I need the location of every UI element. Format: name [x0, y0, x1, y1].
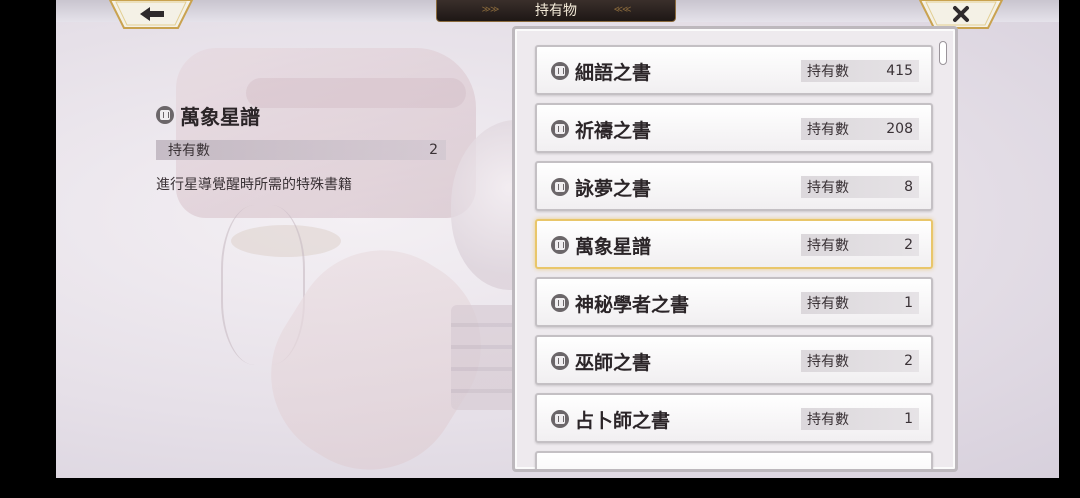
bottom-letterbox	[0, 478, 1080, 498]
item-name-group: 詠夢之書	[551, 173, 651, 201]
item-count-value: 415	[886, 63, 913, 79]
back-button[interactable]	[108, 0, 194, 30]
screen-title-text: 持有物	[535, 3, 577, 19]
item-detail-count-label: 持有數	[168, 143, 210, 159]
item-list-panel[interactable]: 細語之書 持有數 415 祈禱之書 持有數 208 詠夢之書 持有數 8 萬象星…	[512, 26, 958, 472]
item-count-value: 8	[904, 179, 913, 195]
list-item[interactable]: 占卜師之書 持有數 1	[535, 393, 933, 443]
list-item[interactable]: 詠夢之書 持有數 8	[535, 161, 933, 211]
item-count-badge: 持有數 1	[801, 408, 919, 430]
list-item[interactable]: 細語之書 持有數 415	[535, 45, 933, 95]
scroll-illustration	[237, 216, 515, 478]
item-count-badge: 持有數 2	[801, 234, 919, 256]
item-detail-title: 萬象星譜	[156, 100, 446, 130]
item-count-label: 持有數	[807, 122, 849, 138]
scroll-thumb[interactable]	[939, 41, 947, 65]
list-scrollbar[interactable]	[939, 41, 947, 461]
list-item[interactable]: 巫師之書 持有數 2	[535, 335, 933, 385]
book-icon	[551, 352, 569, 370]
item-name: 祈禱之書	[575, 119, 652, 142]
item-name: 巫師之書	[575, 351, 652, 374]
item-count-badge: 持有數 8	[801, 176, 919, 198]
item-name: 細語之書	[575, 61, 652, 84]
book-icon	[551, 178, 569, 196]
item-detail-count-value: 2	[429, 142, 438, 158]
screen-title: ≫≫ 持有物 ≪≪	[436, 0, 676, 22]
item-count-label: 持有數	[807, 238, 849, 254]
item-count-label: 持有數	[807, 412, 849, 428]
book-icon	[551, 62, 569, 80]
item-name-group: 神秘學者之書	[551, 289, 689, 317]
dish-illustration	[231, 225, 341, 257]
book-icon	[551, 236, 569, 254]
list-item-selected[interactable]: 萬象星譜 持有數 2	[535, 219, 933, 269]
title-ornament-left: ≫≫	[481, 5, 500, 15]
title-ornament-right: ≪≪	[613, 5, 632, 15]
item-count-value: 2	[904, 237, 913, 253]
inventory-screen: ≫≫ 持有物 ≪≪ 萬象星譜 持有數 2 進行星導覺醒時所需的特殊書籍 細語之書	[56, 0, 1059, 478]
book-icon	[156, 106, 174, 124]
item-count-badge: 持有數 1	[801, 292, 919, 314]
book-icon	[551, 294, 569, 312]
item-count-value: 1	[904, 411, 913, 427]
item-name-group: 巫師之書	[551, 347, 651, 375]
item-name-group: 占卜師之書	[551, 405, 670, 433]
item-name-group: 細語之書	[551, 57, 651, 85]
book-icon	[551, 120, 569, 138]
item-count-value: 2	[904, 353, 913, 369]
book-icon	[551, 410, 569, 428]
item-count-label: 持有數	[807, 296, 849, 312]
list-item[interactable]: 神秘學者之書 持有數 1	[535, 277, 933, 327]
item-count-label: 持有數	[807, 354, 849, 370]
item-count-value: 208	[886, 121, 913, 137]
item-count-label: 持有數	[807, 180, 849, 196]
hourglass-illustration	[221, 205, 305, 365]
list-item[interactable]: 祈禱之書 持有數 208	[535, 103, 933, 153]
item-detail-description: 進行星導覺醒時所需的特殊書籍	[156, 177, 352, 193]
item-count-label: 持有數	[807, 64, 849, 80]
item-detail-name: 萬象星譜	[180, 104, 260, 129]
item-count-value: 1	[904, 295, 913, 311]
item-name-group: 萬象星譜	[551, 231, 651, 259]
item-count-badge: 持有數 415	[801, 60, 919, 82]
item-name: 神秘學者之書	[575, 293, 690, 316]
item-name: 萬象星譜	[575, 235, 652, 258]
item-name: 占卜師之書	[575, 409, 671, 432]
item-name: 詠夢之書	[575, 177, 652, 200]
item-count-badge: 持有數 2	[801, 350, 919, 372]
item-detail-count-row: 持有數 2	[156, 140, 446, 160]
back-arrow-icon	[108, 0, 194, 29]
item-count-badge: 持有數 208	[801, 118, 919, 140]
list-item-partial[interactable]	[535, 451, 933, 469]
item-name-group: 祈禱之書	[551, 115, 651, 143]
item-detail-panel: 萬象星譜 持有數 2 進行星導覺醒時所需的特殊書籍	[156, 100, 446, 194]
